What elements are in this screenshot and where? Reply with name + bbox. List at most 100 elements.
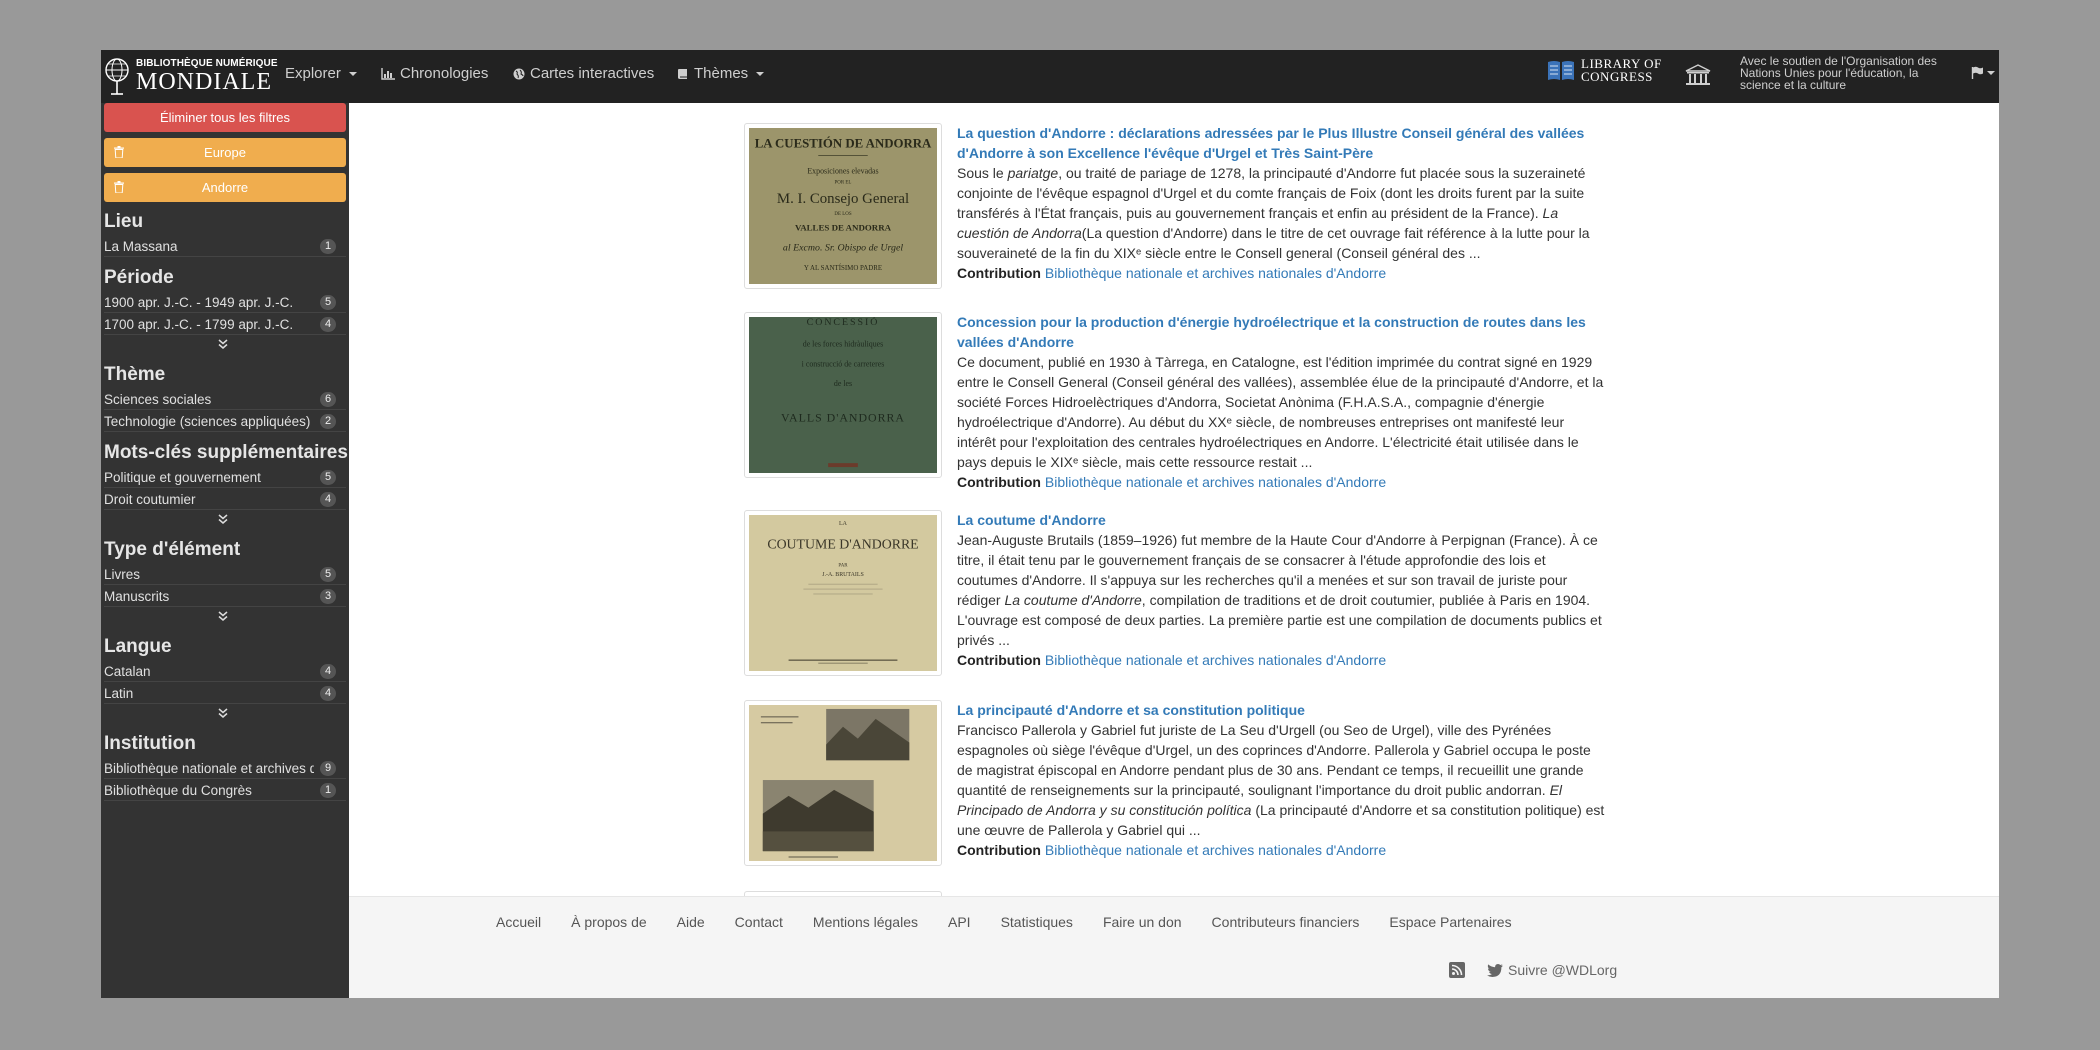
footer-link-contributeurs[interactable]: Contributeurs financiers (1212, 914, 1360, 930)
unesco-support-text: Avec le soutien de l'Organisation des Na… (1740, 54, 1937, 92)
trash-icon (114, 146, 124, 158)
facet-count-badge: 1 (320, 783, 336, 798)
facet-title-lieu: Lieu (104, 211, 144, 232)
facet-count-badge: 6 (320, 392, 336, 407)
italic-title: La cuestión de Andorra (957, 205, 1559, 241)
flag-icon (1971, 66, 1983, 79)
library-of-congress-icon (1548, 61, 1574, 80)
active-filter-andorre[interactable]: Andorre (104, 173, 346, 202)
facet-item[interactable]: Manuscrits 3 (104, 587, 346, 607)
facet-count-badge: 4 (320, 317, 336, 332)
double-chevron-down-icon[interactable] (216, 513, 230, 525)
result-title-link[interactable]: Concession pour la production d'énergie … (957, 312, 1605, 352)
footer-link-a-propos[interactable]: À propos de (571, 914, 647, 930)
bar-chart-icon (381, 67, 395, 80)
rss-icon[interactable] (1449, 962, 1465, 978)
cover-text: COUTUME D'ANDORRE (767, 537, 918, 552)
italic-title: El Principado de Andorra y su constituci… (957, 782, 1563, 818)
cover-text: al Excmo. Sr. Obispo de Urgel (783, 242, 903, 253)
result-thumbnail[interactable]: LA CUESTIÓN DE ANDORRA Exposiciones elev… (744, 123, 942, 289)
contribution-label: Contribution (957, 474, 1041, 490)
facet-count-badge: 4 (320, 686, 336, 701)
book-cover-image: CONCESSIÓ de les forces hidràuliques i c… (749, 317, 937, 473)
cover-text: DE LOS (834, 212, 851, 217)
facet-item[interactable]: 1700 apr. J.-C. - 1799 apr. J.-C. 4 (104, 315, 346, 335)
loc-line2: CONGRESS (1581, 69, 1653, 84)
footer-link-mentions[interactable]: Mentions légales (813, 914, 918, 930)
trash-icon (114, 181, 124, 193)
contributor-link[interactable]: Bibliothèque nationale et archives natio… (1045, 265, 1386, 281)
facet-title-type: Type d'élément (104, 539, 241, 560)
result-contribution: Contribution Bibliothèque nationale et a… (957, 650, 1605, 670)
facet-item-label: Latin (104, 686, 134, 701)
footer-link-don[interactable]: Faire un don (1103, 914, 1182, 930)
facet-item[interactable]: Droit coutumier 4 (104, 490, 346, 510)
footer-link-partenaires[interactable]: Espace Partenaires (1389, 914, 1511, 930)
caret-down-icon (1987, 70, 1995, 75)
facet-item[interactable]: Bibliothèque nationale et archives d'And… (104, 759, 346, 779)
facet-item[interactable]: Bibliothèque du Congrès 1 (104, 781, 346, 801)
facet-count-badge: 3 (320, 589, 336, 604)
twitter-follow-link[interactable]: Suivre @WDLorg (1487, 962, 1617, 978)
facet-item[interactable]: 1900 apr. J.-C. - 1949 apr. J.-C. 5 (104, 293, 346, 313)
contribution-label: Contribution (957, 265, 1041, 281)
facet-item-label: 1700 apr. J.-C. - 1799 apr. J.-C. (104, 317, 294, 332)
cover-text: J.-A. BRUTAILS (822, 572, 864, 578)
nav-themes[interactable]: Thèmes (677, 65, 765, 82)
footer-link-contact[interactable]: Contact (735, 914, 783, 930)
footer-link-api[interactable]: API (948, 914, 971, 930)
italic-title: La coutume d'Andorre (1004, 592, 1142, 608)
active-filter-europe[interactable]: Europe (104, 138, 346, 167)
facet-item[interactable]: Livres 5 (104, 565, 346, 585)
contributor-link[interactable]: Bibliothèque nationale et archives natio… (1045, 652, 1386, 668)
book-icon (678, 68, 687, 79)
result-title-link[interactable]: La coutume d'Andorre (957, 510, 1605, 530)
facet-item-label: Livres (104, 567, 141, 582)
facet-count-badge: 2 (320, 414, 336, 429)
cover-text: Exposiciones elevadas (807, 166, 878, 175)
nav-cartes[interactable]: Cartes interactives (513, 65, 654, 82)
contributor-link[interactable]: Bibliothèque nationale et archives natio… (1045, 474, 1386, 490)
double-chevron-down-icon[interactable] (216, 338, 230, 350)
facet-count-badge: 1 (320, 239, 336, 254)
language-selector[interactable] (1971, 66, 1995, 79)
facet-count-badge: 4 (320, 664, 336, 679)
cover-text: CONCESSIÓ (807, 317, 880, 328)
contribution-label: Contribution (957, 842, 1041, 858)
facet-item[interactable]: Technologie (sciences appliquées) 2 (104, 412, 346, 432)
footer-link-accueil[interactable]: Accueil (496, 914, 541, 930)
contribution-label: Contribution (957, 652, 1041, 668)
result-title-link[interactable]: La question d'Andorre : déclarations adr… (957, 123, 1605, 163)
unesco-temple-icon[interactable] (1684, 63, 1712, 87)
result-thumbnail[interactable]: CONCESSIÓ de les forces hidràuliques i c… (744, 312, 942, 478)
facet-item-label: Bibliothèque nationale et archives d'And… (104, 761, 314, 776)
cover-text: de les (834, 379, 852, 388)
double-chevron-down-icon[interactable] (216, 610, 230, 622)
twitter-bird-icon (1487, 963, 1503, 977)
facet-item[interactable]: La Massana 1 (104, 237, 346, 257)
result-thumbnail[interactable] (744, 700, 942, 866)
footer-link-statistiques[interactable]: Statistiques (1001, 914, 1073, 930)
facet-item[interactable]: Sciences sociales 6 (104, 390, 346, 410)
globe-logo-icon (105, 58, 129, 95)
site-logo[interactable]: BIBLIOTHÈQUE NUMÉRIQUE MONDIALE (104, 53, 278, 99)
facet-item[interactable]: Catalan 4 (104, 662, 346, 682)
footer-link-aide[interactable]: Aide (677, 914, 705, 930)
facet-item[interactable]: Latin 4 (104, 684, 346, 704)
nav-chronologies[interactable]: Chronologies (381, 65, 488, 82)
facet-item-label: Politique et gouvernement (104, 470, 261, 485)
book-photo-page-image (749, 705, 937, 861)
caret-down-icon (756, 71, 765, 76)
result-thumbnail[interactable]: LA COUTUME D'ANDORRE PAR J.-A. BRUTAILS (744, 510, 942, 676)
library-of-congress-logo[interactable]: LIBRARY OF CONGRESS (1547, 57, 1662, 83)
facet-item[interactable]: Politique et gouvernement 5 (104, 468, 346, 488)
facet-item-label: Technologie (sciences appliquées) (104, 414, 311, 429)
clear-all-filters-button[interactable]: Éliminer tous les filtres (104, 103, 346, 132)
cover-text: PAR (838, 563, 848, 568)
double-chevron-down-icon[interactable] (216, 707, 230, 719)
nav-explorer[interactable]: Explorer (285, 65, 357, 82)
book-cover-image: LA COUTUME D'ANDORRE PAR J.-A. BRUTAILS (749, 515, 937, 671)
facet-count-badge: 5 (320, 470, 336, 485)
result-title-link[interactable]: La principauté d'Andorre et sa constitut… (957, 700, 1605, 720)
contributor-link[interactable]: Bibliothèque nationale et archives natio… (1045, 842, 1386, 858)
